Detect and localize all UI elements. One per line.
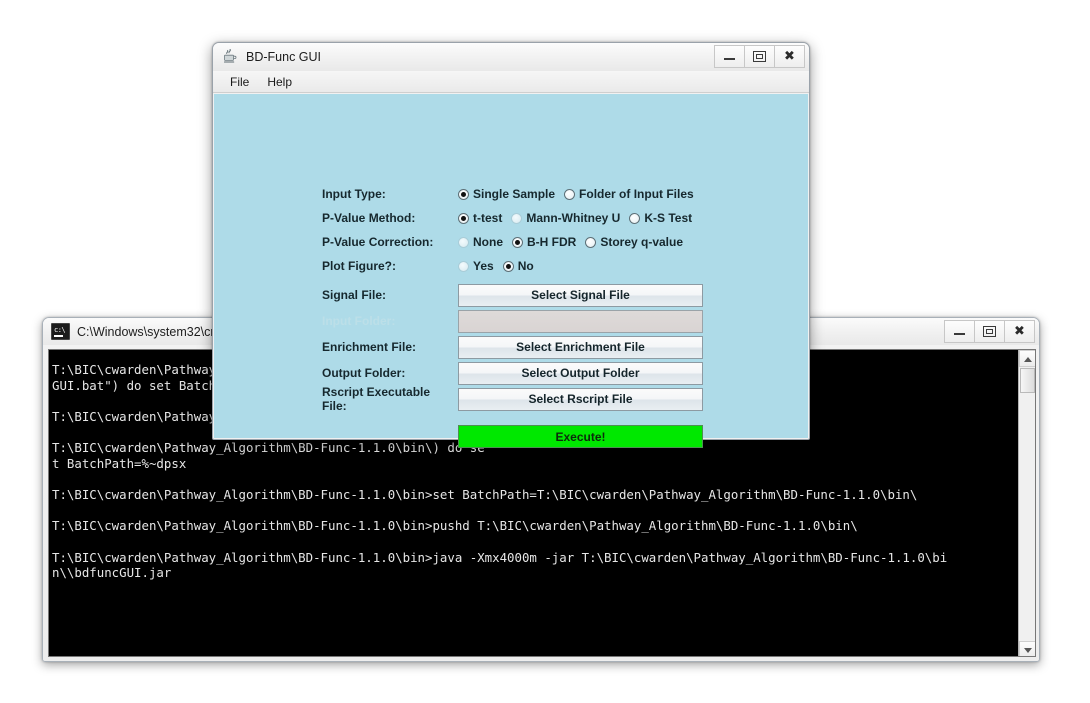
label-input-type: Input Type: bbox=[322, 187, 386, 201]
radio-group-plot-figure: Yes No bbox=[458, 259, 538, 273]
radio-label: K-S Test bbox=[644, 211, 693, 225]
label-rscript-file: Rscript Executable File: bbox=[322, 385, 431, 413]
menu-item-file[interactable]: File bbox=[221, 73, 258, 91]
console-scrollbar[interactable] bbox=[1018, 350, 1035, 656]
select-enrichment-file-button[interactable]: Select Enrichment File bbox=[458, 335, 703, 359]
form-row-plot-figure: Plot Figure?: Yes No bbox=[322, 254, 712, 278]
label-pvalue-correction: P-Value Correction: bbox=[322, 235, 434, 249]
radio-label: Single Sample bbox=[473, 187, 556, 201]
select-rscript-file-button[interactable]: Select Rscript File bbox=[458, 387, 703, 411]
radio-label: B-H FDR bbox=[527, 235, 577, 249]
scroll-down-arrow-icon[interactable] bbox=[1019, 641, 1035, 656]
radio-label: None bbox=[473, 235, 503, 249]
cmd-icon bbox=[51, 323, 70, 340]
gui-menubar: File Help bbox=[213, 71, 809, 93]
radio-label: t-test bbox=[473, 211, 503, 225]
label-pvalue-method: P-Value Method: bbox=[322, 211, 416, 225]
radio-dot-icon[interactable] bbox=[458, 188, 469, 200]
radio-dot-icon[interactable] bbox=[458, 212, 469, 224]
radio-plot-no[interactable]: No bbox=[502, 259, 534, 273]
scrollbar-thumb[interactable] bbox=[1020, 368, 1035, 393]
radio-folder-of-input-files[interactable]: Folder of Input Files bbox=[564, 187, 694, 201]
java-coffee-cup-icon bbox=[222, 48, 238, 65]
radio-label: Yes bbox=[473, 259, 494, 273]
form-row-output-folder: Output Folder: Select Output Folder bbox=[322, 360, 712, 386]
gui-close-button[interactable]: ✖ bbox=[775, 45, 805, 68]
radio-t-test[interactable]: t-test bbox=[458, 211, 502, 225]
select-output-folder-button[interactable]: Select Output Folder bbox=[458, 361, 703, 385]
radio-dot-icon[interactable] bbox=[458, 236, 469, 248]
radio-group-pvalue-method: t-test Mann-Whitney U K-S Test bbox=[458, 211, 696, 225]
gui-minimize-button[interactable] bbox=[714, 45, 745, 68]
radio-label: No bbox=[517, 259, 534, 273]
radio-dot-icon[interactable] bbox=[564, 188, 576, 200]
form-row-enrichment-file: Enrichment File: Select Enrichment File bbox=[322, 334, 712, 360]
radio-label: Storey q-value bbox=[600, 235, 684, 249]
gui-titlebar[interactable]: BD-Func GUI ✖ bbox=[213, 43, 809, 71]
label-output-folder: Output Folder: bbox=[322, 366, 406, 380]
radio-dot-icon[interactable] bbox=[629, 212, 641, 224]
gui-window-controls: ✖ bbox=[714, 45, 805, 68]
label-input-folder: Input Folder: bbox=[322, 314, 396, 328]
radio-group-input-type: Single Sample Folder of Input Files bbox=[458, 187, 698, 201]
select-signal-file-button[interactable]: Select Signal File bbox=[458, 283, 703, 307]
execute-button[interactable]: Execute! bbox=[458, 425, 703, 448]
console-title: C:\Windows\system32\cm bbox=[77, 324, 221, 339]
label-enrichment-file: Enrichment File: bbox=[322, 340, 417, 354]
scroll-up-arrow-icon[interactable] bbox=[1019, 350, 1035, 367]
form-row-input-folder: Input Folder: bbox=[322, 308, 712, 334]
radio-dot-icon[interactable] bbox=[502, 260, 514, 272]
gui-maximize-button[interactable] bbox=[745, 45, 775, 68]
radio-group-pvalue-correction: None B-H FDR Storey q-value bbox=[458, 235, 687, 249]
radio-none[interactable]: None bbox=[458, 235, 503, 249]
radio-label: Mann-Whitney U bbox=[526, 211, 621, 225]
radio-mann-whitney-u[interactable]: Mann-Whitney U bbox=[511, 211, 620, 225]
label-signal-file: Signal File: bbox=[322, 288, 387, 302]
menu-item-help[interactable]: Help bbox=[258, 73, 301, 91]
radio-dot-icon[interactable] bbox=[511, 212, 523, 224]
radio-label: Folder of Input Files bbox=[579, 187, 694, 201]
console-minimize-button[interactable] bbox=[944, 320, 975, 343]
bd-func-gui-window[interactable]: BD-Func GUI ✖ File Help Input Type: Sing… bbox=[212, 42, 810, 448]
radio-bh-fdr[interactable]: B-H FDR bbox=[512, 235, 576, 249]
radio-single-sample[interactable]: Single Sample bbox=[458, 187, 555, 201]
radio-dot-icon[interactable] bbox=[458, 260, 469, 272]
select-input-folder-button bbox=[458, 309, 703, 333]
gui-content-panel: Input Type: Single Sample Folder of Inpu… bbox=[214, 94, 808, 448]
form-row-rscript-file: Rscript Executable File: Select Rscript … bbox=[322, 385, 712, 413]
settings-form: Input Type: Single Sample Folder of Inpu… bbox=[322, 182, 712, 448]
radio-storey-q-value[interactable]: Storey q-value bbox=[585, 235, 683, 249]
console-close-button[interactable]: ✖ bbox=[1005, 320, 1035, 343]
form-row-pvalue-method: P-Value Method: t-test Mann-Whitney U K-… bbox=[322, 206, 712, 230]
form-row-signal-file: Signal File: Select Signal File bbox=[322, 282, 712, 308]
label-plot-figure: Plot Figure?: bbox=[322, 259, 396, 273]
radio-k-s-test[interactable]: K-S Test bbox=[629, 211, 692, 225]
form-row-input-type: Input Type: Single Sample Folder of Inpu… bbox=[322, 182, 712, 206]
radio-dot-icon[interactable] bbox=[585, 236, 597, 248]
form-row-pvalue-correction: P-Value Correction: None B-H FDR Storey … bbox=[322, 230, 712, 254]
console-maximize-button[interactable] bbox=[975, 320, 1005, 343]
gui-title: BD-Func GUI bbox=[246, 50, 322, 64]
radio-dot-icon[interactable] bbox=[512, 236, 523, 248]
radio-plot-yes[interactable]: Yes bbox=[458, 259, 494, 273]
screen: C:\Windows\system32\cm ✖ T:\BIC\cwarden\… bbox=[0, 0, 1090, 703]
console-window-controls: ✖ bbox=[944, 320, 1035, 343]
